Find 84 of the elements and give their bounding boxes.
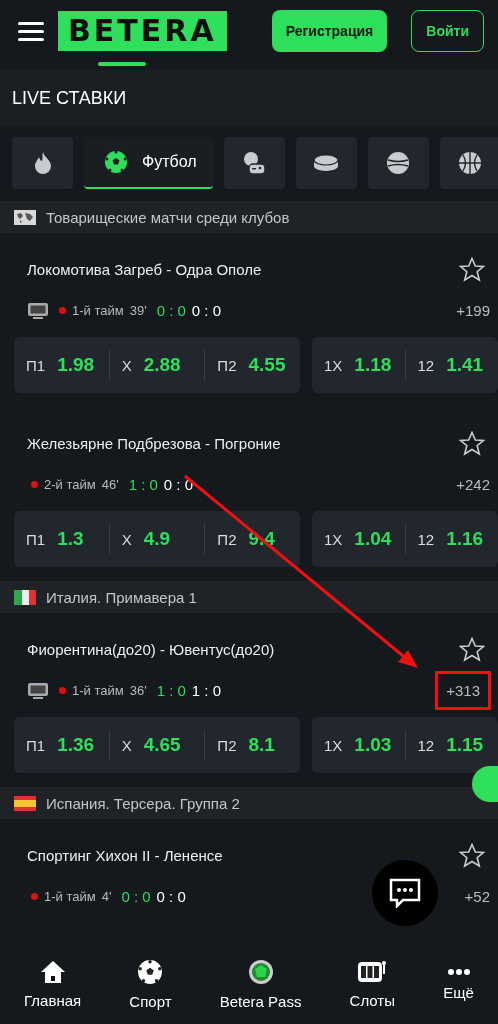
nav-item[interactable]: Ещё — [443, 967, 474, 1001]
match-minute: 4' — [101, 888, 112, 904]
gamepad-icon — [242, 151, 267, 175]
more-icon — [446, 967, 471, 976]
league-name: Испания. Терсера. Группа 2 — [46, 794, 240, 812]
odds-button[interactable]: П1 1.98 — [14, 337, 109, 393]
nav-item[interactable]: Главная — [24, 959, 82, 1009]
league-name: Италия. Примавера 1 — [46, 588, 197, 606]
match-teams[interactable]: Спортинг Хихон II - Лененсе — [27, 846, 223, 864]
nav-item[interactable]: Слоты — [349, 959, 395, 1009]
odds-button[interactable]: 12 1.15 — [405, 717, 498, 773]
gem-badge-icon — [247, 958, 274, 985]
more-markets-link[interactable]: +199 — [456, 293, 490, 327]
odds-button[interactable]: 1X 1.03 — [312, 717, 405, 773]
period-score: 0 : 0 — [156, 301, 186, 319]
odds-button[interactable]: П1 1.36 — [14, 717, 109, 773]
live-dot — [59, 306, 66, 314]
favorite-star-icon[interactable] — [459, 842, 485, 868]
match-score: 1 : 0 — [191, 681, 221, 699]
match-minute: 39' — [129, 302, 147, 318]
nav-item[interactable]: Betera Pass — [219, 958, 302, 1010]
spain-flag-icon — [14, 795, 36, 811]
odds-button[interactable]: 1X 1.18 — [312, 337, 405, 393]
odds-button[interactable]: 12 1.41 — [405, 337, 498, 393]
soccer-ball-icon — [137, 958, 164, 985]
league-header[interactable]: Испания. Терсера. Группа 2 — [0, 787, 498, 819]
odds-button[interactable]: X 4.9 — [109, 511, 205, 567]
odds-button[interactable]: X 4.65 — [109, 717, 205, 773]
match-period: 2-й тайм — [44, 476, 96, 492]
tv-icon — [27, 681, 49, 699]
tv-icon — [27, 301, 49, 319]
register-button[interactable]: Регистрация — [271, 10, 388, 52]
match-teams[interactable]: Локомотива Загреб - Одра Ополе — [27, 260, 262, 278]
match-minute: 46' — [101, 476, 119, 492]
match-score: 0 : 0 — [156, 887, 186, 905]
italy-flag-icon — [14, 589, 36, 605]
tennis-ball-icon — [386, 151, 411, 175]
period-score: 0 : 0 — [121, 887, 151, 905]
sport-tab[interactable] — [12, 137, 73, 189]
match-period: 1-й тайм — [72, 682, 124, 698]
chat-icon — [389, 878, 421, 908]
nav-item[interactable]: Спорт — [129, 958, 172, 1010]
slot-machine-icon — [357, 959, 388, 984]
sport-tab[interactable]: Футбол — [84, 137, 213, 189]
favorite-star-icon[interactable] — [459, 256, 485, 282]
basketball-icon — [458, 151, 483, 175]
hockey-puck-icon — [313, 154, 340, 172]
odds-button[interactable]: П2 8.1 — [205, 717, 300, 773]
odds-button[interactable]: П2 4.55 — [205, 337, 300, 393]
match-score: 0 : 0 — [191, 301, 221, 319]
live-dot — [31, 892, 38, 900]
match-minute: 36' — [129, 682, 147, 698]
logo[interactable]: BETERA — [58, 11, 227, 51]
login-button[interactable]: Войти — [411, 10, 484, 52]
sport-tab[interactable] — [439, 137, 498, 189]
match-period: 1-й тайм — [72, 302, 124, 318]
page-title: LIVE СТАВКИ — [0, 70, 498, 126]
odds-button[interactable]: 12 1.16 — [405, 511, 498, 567]
odds-button[interactable]: X 2.88 — [109, 337, 205, 393]
sport-tab[interactable] — [295, 137, 357, 189]
live-dot — [31, 480, 38, 488]
odds-button[interactable]: 1X 1.04 — [312, 511, 405, 567]
league-header[interactable]: Товарищеские матчи среди клубов — [0, 201, 498, 233]
more-markets-link[interactable]: +52 — [464, 879, 490, 913]
odds-button[interactable]: П1 1.3 — [14, 511, 109, 567]
match-period: 1-й тайм — [44, 888, 96, 904]
live-dot — [59, 686, 66, 694]
sport-tab[interactable] — [223, 137, 285, 189]
match-teams[interactable]: Железьярне Подбрезова - Погроние — [27, 434, 281, 452]
favorite-star-icon[interactable] — [459, 636, 485, 662]
match-teams[interactable]: Фиорентина(до20) - Ювентус(до20) — [27, 640, 275, 658]
world-map-icon — [14, 209, 36, 225]
league-header[interactable]: Италия. Примавера 1 — [0, 581, 498, 613]
sport-tab[interactable] — [367, 137, 429, 189]
league-name: Товарищеские матчи среди клубов — [46, 208, 290, 226]
fire-icon — [33, 152, 52, 174]
home-icon — [39, 959, 66, 984]
more-markets-link[interactable]: +242 — [456, 467, 490, 501]
more-markets-link[interactable]: +313 — [435, 670, 491, 710]
favorite-star-icon[interactable] — [459, 430, 485, 456]
period-score: 1 : 0 — [128, 475, 158, 493]
menu-icon[interactable] — [18, 21, 44, 41]
soccer-ball-icon — [104, 150, 128, 174]
period-score: 1 : 0 — [156, 681, 186, 699]
